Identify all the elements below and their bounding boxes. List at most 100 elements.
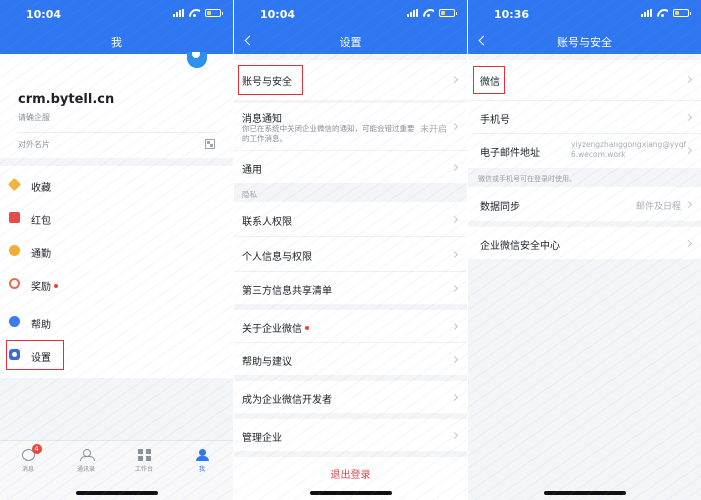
screen-me: 10:04 我 crm.bytell.cn 请确企服 对外名片 收藏 红包 通勤	[0, 0, 233, 500]
reward-icon	[9, 278, 20, 289]
row-label: 电子邮件地址	[480, 148, 540, 159]
avatar[interactable]	[187, 52, 207, 68]
screen-account-security: 10:36 账号与安全 微信 手机号 电子邮件地址 yiyzengzhanggo…	[468, 0, 701, 500]
wifi-icon	[657, 9, 668, 17]
status-bar: 10:36	[468, 0, 701, 28]
tab-label: 消息	[21, 466, 34, 473]
row-label: 个人信息与权限	[242, 252, 312, 263]
chevron-right-icon	[684, 75, 693, 84]
business-card-label[interactable]: 对外名片	[18, 139, 50, 150]
menu-item-label: 帮助	[31, 320, 51, 331]
signal-icon	[641, 9, 652, 17]
page-title: 我	[111, 36, 122, 49]
help-icon	[9, 316, 20, 327]
row-developer[interactable]: 成为企业微信开发者	[234, 381, 467, 413]
row-label: 通用	[242, 165, 262, 176]
chevron-right-icon	[450, 431, 459, 440]
menu-item-label: 红包	[31, 216, 51, 227]
row-data-sync[interactable]: 数据同步 邮件及日程	[468, 187, 701, 221]
chevron-right-icon	[684, 200, 693, 209]
chevron-right-icon	[450, 122, 459, 131]
status-icons	[641, 9, 691, 17]
row-phone[interactable]: 手机号	[468, 101, 701, 133]
row-label: 成为企业微信开发者	[242, 395, 332, 406]
tab-messages[interactable]: 4 消息	[8, 444, 48, 473]
row-label: 联系人权限	[242, 217, 292, 228]
battery-icon	[673, 9, 691, 17]
tab-label: 通讯录	[76, 466, 95, 473]
notification-desc: 你已在系统中关闭企业微信的通知，可能会错过重要的工作消息。	[242, 124, 415, 143]
row-label: 企业微信安全中心	[480, 241, 560, 252]
page-title: 账号与安全	[557, 36, 612, 49]
status-icons	[173, 9, 223, 17]
chevron-right-icon	[450, 250, 459, 259]
menu-item-red-packet[interactable]: 红包	[0, 201, 233, 233]
row-third-party[interactable]: 第三方信息共享清单	[234, 272, 467, 304]
red-packet-icon	[9, 212, 20, 223]
profile-card[interactable]: crm.bytell.cn 请确企服 对外名片	[0, 52, 233, 158]
row-security-center[interactable]: 企业微信安全中心	[468, 227, 701, 259]
login-note: 微信或手机号可在登录时使用。	[478, 175, 576, 183]
chevron-right-icon	[450, 322, 459, 331]
data-sync-value: 邮件及日程	[635, 202, 681, 212]
star-icon	[7, 177, 22, 192]
tab-contacts[interactable]: 通讯录	[66, 449, 106, 473]
highlight-account-security	[238, 65, 303, 95]
screen-settings: 10:04 设置 账号与安全 消息通知 你已在系统中关闭企业微信的通知，可能会错…	[234, 0, 467, 500]
chevron-right-icon	[450, 215, 459, 224]
grid-icon	[137, 449, 151, 461]
menu-item-label: 奖励	[31, 278, 58, 293]
home-indicator	[543, 491, 626, 495]
row-label: 帮助与建议	[242, 357, 292, 368]
row-label: 手机号	[480, 115, 510, 126]
commute-icon	[9, 245, 20, 256]
row-feedback[interactable]: 帮助与建议	[234, 343, 467, 375]
menu-item-label: 通勤	[31, 249, 51, 260]
status-bar: 10:04	[0, 0, 233, 28]
menu-item-favorites[interactable]: 收藏	[0, 168, 233, 200]
chevron-right-icon	[450, 355, 459, 364]
tab-workbench[interactable]: 工作台	[124, 449, 164, 473]
signal-icon	[173, 9, 184, 17]
profile-subtitle: 请确企服	[18, 113, 50, 122]
row-label: 消息通知	[242, 114, 282, 125]
notification-dot	[54, 284, 58, 288]
message-icon: 4	[21, 444, 42, 461]
row-label: 管理企业	[242, 433, 282, 444]
row-label: 关于企业微信	[242, 320, 309, 335]
status-time: 10:04	[26, 8, 62, 21]
battery-icon	[205, 9, 223, 17]
battery-icon	[439, 9, 457, 17]
menu-item-help[interactable]: 帮助	[0, 305, 233, 337]
nav-bar: 账号与安全	[468, 28, 701, 54]
home-indicator	[75, 491, 158, 495]
tab-label: 我	[198, 466, 205, 473]
row-manage-company[interactable]: 管理企业	[234, 419, 467, 451]
row-personal-info[interactable]: 个人信息与权限	[234, 237, 467, 271]
tab-me[interactable]: 我	[182, 449, 222, 473]
qrcode-icon[interactable]	[205, 139, 215, 149]
chevron-right-icon	[450, 393, 459, 402]
row-general[interactable]: 通用	[234, 151, 467, 183]
chevron-right-icon	[684, 239, 693, 248]
highlight-settings	[6, 340, 64, 370]
chevron-right-icon	[450, 284, 459, 293]
profile-domain: crm.bytell.cn	[18, 92, 115, 107]
row-label: 第三方信息共享清单	[242, 286, 332, 297]
row-about[interactable]: 关于企业微信	[234, 310, 467, 342]
menu-item-reward[interactable]: 奖励	[0, 267, 233, 299]
menu-item-commute[interactable]: 通勤	[0, 234, 233, 266]
home-indicator	[309, 491, 392, 495]
row-notification[interactable]: 消息通知 你已在系统中关闭企业微信的通知，可能会错过重要的工作消息。 未开启	[234, 103, 467, 150]
tab-label: 工作台	[134, 466, 153, 473]
signal-icon	[407, 9, 418, 17]
email-value: yiyzengzhanggongxiang@yyqf6.wecom.work	[571, 140, 687, 159]
row-contacts-permission[interactable]: 联系人权限	[234, 202, 467, 236]
chevron-right-icon	[684, 113, 693, 122]
logout-button[interactable]: 退出登录	[234, 466, 467, 481]
notification-status: 未开启	[419, 125, 447, 135]
notification-dot	[305, 326, 309, 330]
menu-item-label: 收藏	[31, 183, 51, 194]
nav-bar: 我	[0, 28, 233, 54]
row-email[interactable]: 电子邮件地址 yiyzengzhanggongxiang@yyqf6.wecom…	[468, 134, 701, 168]
